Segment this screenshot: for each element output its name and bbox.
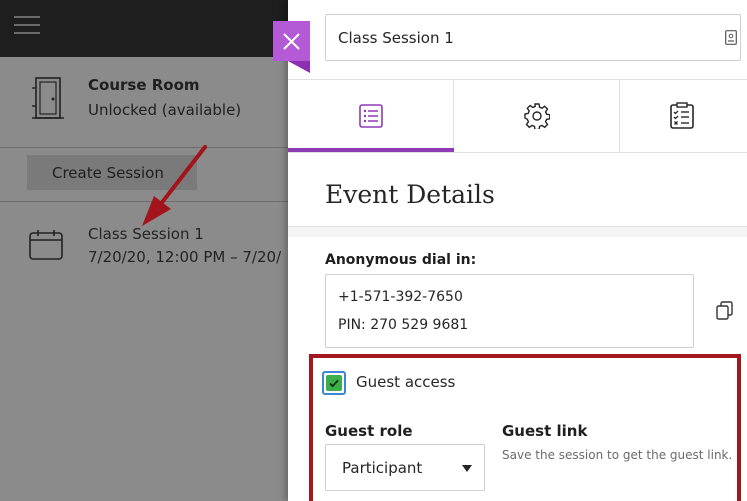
session-name: Class Session 1 [88, 225, 204, 243]
close-icon [283, 33, 300, 50]
door-icon [32, 77, 64, 119]
close-button-tail [288, 61, 310, 73]
list-icon [359, 104, 383, 128]
guest-link-label: Guest link [502, 422, 588, 440]
dial-in-label: Anonymous dial in: [325, 252, 477, 268]
hamburger-menu-icon[interactable] [14, 16, 40, 34]
course-panel: Course Room Unlocked (available) Create … [0, 0, 288, 501]
tab-attendance[interactable] [620, 80, 747, 153]
section-band [288, 227, 747, 237]
session-list-item[interactable]: Class Session 1 7/20/20, 12:00 PM – 7/20… [0, 205, 288, 275]
gear-icon [524, 103, 550, 129]
clipboard-icon [670, 102, 694, 129]
create-session-button[interactable]: Create Session [27, 155, 197, 190]
course-room-status: Unlocked (available) [88, 101, 242, 119]
autofill-contact-icon[interactable] [725, 30, 737, 45]
divider [0, 147, 288, 148]
guest-role-label: Guest role [325, 422, 413, 440]
guest-role-value: Participant [342, 459, 423, 477]
active-tab-indicator [288, 148, 454, 152]
guest-role-select[interactable]: Participant [325, 444, 485, 491]
session-title-input[interactable] [326, 15, 706, 60]
course-room-title: Course Room [88, 76, 200, 94]
tab-session-settings[interactable] [454, 80, 620, 153]
divider [0, 201, 288, 202]
editor-tabs [288, 79, 747, 153]
top-bar [0, 0, 288, 57]
course-room-item[interactable]: Course Room Unlocked (available) [0, 57, 288, 147]
calendar-icon [29, 230, 63, 260]
guest-access-checkbox[interactable] [322, 371, 346, 395]
checkmark-icon [329, 379, 339, 388]
tab-event-details[interactable] [288, 80, 454, 153]
dial-in-box[interactable]: +1-571-392-7650 PIN: 270 529 9681 [325, 274, 694, 348]
close-button[interactable] [273, 21, 310, 61]
event-details-heading: Event Details [325, 180, 495, 209]
guest-access-label: Guest access [356, 373, 456, 391]
session-title-field[interactable] [325, 14, 741, 61]
caret-down-icon [462, 465, 472, 472]
copy-icon[interactable] [714, 300, 736, 322]
session-time: 7/20/20, 12:00 PM – 7/20/ [88, 248, 282, 266]
guest-link-note: Save the session to get the guest link. [502, 448, 733, 462]
dial-in-number: +1-571-392-7650 [338, 289, 463, 305]
dial-in-pin: PIN: 270 529 9681 [338, 317, 469, 333]
